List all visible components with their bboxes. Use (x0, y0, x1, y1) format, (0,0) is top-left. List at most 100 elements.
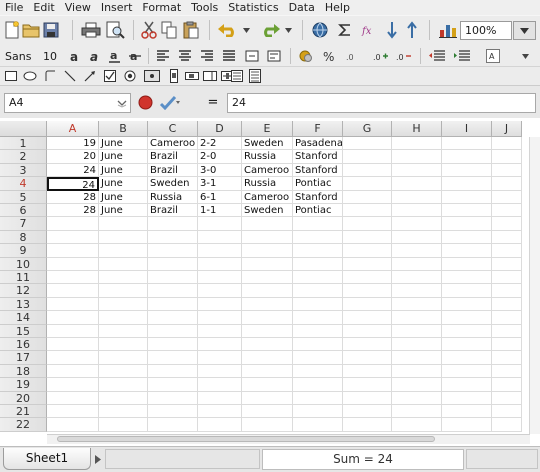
cell-g4[interactable] (343, 177, 392, 191)
cell-g16[interactable] (343, 338, 392, 352)
cell-h8[interactable] (392, 230, 442, 245)
cell-a7[interactable] (47, 217, 99, 231)
cell-i9[interactable] (442, 244, 492, 258)
cell-g15[interactable] (343, 324, 392, 338)
row-header-12[interactable]: 12 (0, 284, 47, 298)
cell-g3[interactable] (343, 163, 392, 178)
button-tool-icon[interactable] (142, 69, 162, 83)
cell-c7[interactable] (148, 217, 198, 231)
cell-d14[interactable] (198, 311, 242, 325)
row-header-22[interactable]: 22 (0, 418, 47, 432)
row-header-2[interactable]: 2 (0, 150, 47, 164)
vertical-scrollbar[interactable] (529, 137, 540, 434)
cell-j21[interactable] (492, 405, 522, 419)
cell-i10[interactable] (442, 257, 492, 271)
cell-i19[interactable] (442, 378, 492, 392)
cell-b20[interactable] (99, 391, 148, 405)
row-header-10[interactable]: 10 (0, 257, 47, 271)
cell-a19[interactable] (47, 378, 99, 392)
cell-h5[interactable] (392, 190, 442, 204)
column-header-h[interactable]: H (392, 121, 442, 137)
cell-g20[interactable] (343, 391, 392, 405)
formula-input[interactable]: 24 (227, 93, 536, 113)
cell-i1[interactable] (442, 137, 492, 151)
wrap-text-icon[interactable] (265, 48, 282, 64)
column-header-f[interactable]: F (293, 121, 343, 137)
column-header-b[interactable]: B (99, 121, 148, 137)
cell-f6[interactable]: Pontiac (293, 204, 343, 218)
merge-cells-icon[interactable] (243, 48, 260, 64)
cell-f15[interactable] (293, 324, 343, 338)
radio-button-tool-icon[interactable] (122, 69, 138, 83)
cell-d11[interactable] (198, 271, 242, 285)
cell-j16[interactable] (492, 338, 522, 352)
cell-h14[interactable] (392, 311, 442, 325)
horizontal-scrollbar-thumb[interactable] (57, 436, 435, 442)
cell-h11[interactable] (392, 271, 442, 285)
cell-d3[interactable]: 3-0 (198, 163, 242, 178)
cell-f17[interactable] (293, 351, 343, 365)
column-header-i[interactable]: I (442, 121, 492, 137)
cell-f14[interactable] (293, 311, 343, 325)
cell-b22[interactable] (99, 418, 148, 432)
cell-g8[interactable] (343, 230, 392, 245)
cell-e2[interactable]: Russia (242, 150, 293, 164)
cell-i14[interactable] (442, 311, 492, 325)
sheet-scroll-right-icon[interactable] (92, 453, 104, 465)
line-tool-icon[interactable] (62, 69, 78, 83)
cell-j17[interactable] (492, 351, 522, 365)
function-icon[interactable]: fx (360, 20, 380, 40)
align-center-icon[interactable] (176, 48, 193, 64)
zoom-input[interactable]: 100% (460, 21, 512, 40)
cell-h17[interactable] (392, 351, 442, 365)
cell-g7[interactable] (343, 217, 392, 231)
cell-g17[interactable] (343, 351, 392, 365)
cell-h13[interactable] (392, 297, 442, 312)
cell-f1[interactable]: Pasadena (293, 137, 343, 151)
cell-i11[interactable] (442, 271, 492, 285)
cell-h22[interactable] (392, 418, 442, 432)
row-header-15[interactable]: 15 (0, 324, 47, 338)
cell-c8[interactable] (148, 230, 198, 245)
cell-c4[interactable]: Sweden (148, 177, 198, 191)
cell-e17[interactable] (242, 351, 293, 365)
cell-f4[interactable]: Pontiac (293, 177, 343, 191)
menu-format[interactable]: Format (137, 0, 186, 15)
cell-i6[interactable] (442, 204, 492, 218)
cell-c21[interactable] (148, 405, 198, 419)
open-icon[interactable] (22, 20, 40, 40)
align-left-icon[interactable] (154, 48, 171, 64)
cell-j22[interactable] (492, 418, 522, 432)
cell-j1[interactable] (492, 137, 522, 151)
row-header-1[interactable]: 1 (0, 137, 47, 151)
cell-d8[interactable] (198, 230, 242, 245)
cell-i17[interactable] (442, 351, 492, 365)
cell-d17[interactable] (198, 351, 242, 365)
cell-e1[interactable]: Sweden (242, 137, 293, 151)
number-format-icon[interactable]: .0 (344, 48, 361, 64)
cell-h18[interactable] (392, 364, 442, 379)
cell-i16[interactable] (442, 338, 492, 352)
cell-a6[interactable]: 28 (47, 204, 99, 218)
cell-d9[interactable] (198, 244, 242, 258)
cut-icon[interactable] (140, 20, 158, 40)
italic-icon[interactable]: a (86, 48, 103, 64)
strikethrough-icon[interactable]: a (126, 48, 143, 64)
cell-e18[interactable] (242, 364, 293, 379)
accept-edit-icon[interactable] (158, 94, 182, 111)
decrease-indent-icon[interactable] (427, 48, 447, 64)
add-decimal-icon[interactable]: .0 (372, 48, 389, 64)
cell-a14[interactable] (47, 311, 99, 325)
cell-a2[interactable]: 20 (47, 150, 99, 164)
spinbutton-tool-icon[interactable] (202, 69, 218, 83)
cell-a12[interactable] (47, 284, 99, 298)
cell-g19[interactable] (343, 378, 392, 392)
sheet-tab-sheet1[interactable]: Sheet1 (3, 448, 91, 470)
cell-f5[interactable]: Stanford (293, 190, 343, 204)
row-header-17[interactable]: 17 (0, 351, 47, 365)
cell-f16[interactable] (293, 338, 343, 352)
cell-h12[interactable] (392, 284, 442, 298)
cell-c11[interactable] (148, 271, 198, 285)
cell-h20[interactable] (392, 391, 442, 405)
cell-g2[interactable] (343, 150, 392, 164)
